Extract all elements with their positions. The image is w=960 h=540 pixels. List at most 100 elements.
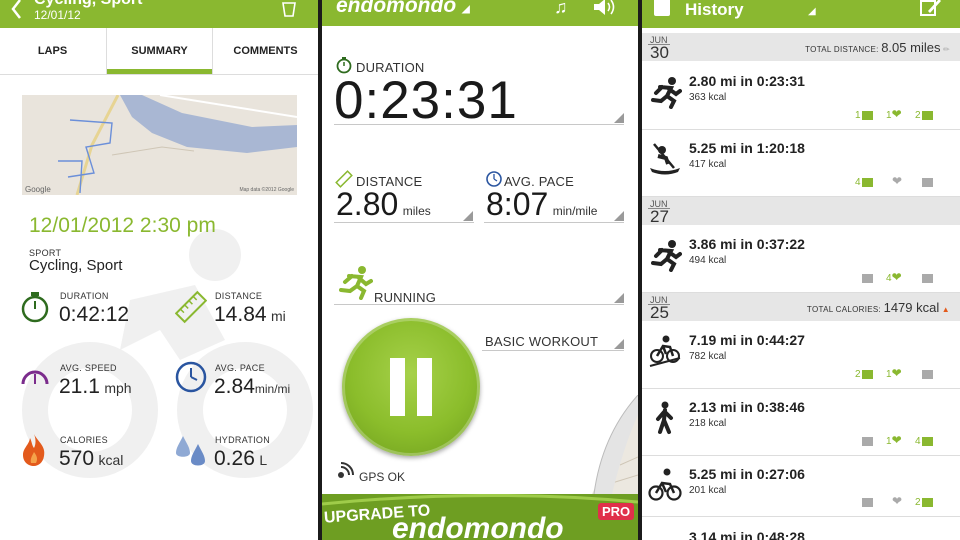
avg-pace-label: AVG. PACE (215, 363, 265, 373)
distance-stat: 14.84 mi (214, 303, 286, 327)
endomondo-logo[interactable]: endomondo ◢ (336, 0, 470, 18)
heart-icon: ❤ (892, 494, 903, 508)
comment-count[interactable] (861, 497, 873, 508)
comment-count-value: 1 (855, 110, 861, 121)
tab-comments[interactable]: COMMENTS (213, 28, 318, 74)
speedometer-icon (20, 364, 50, 388)
comment-count[interactable] (861, 273, 873, 284)
history-header: History ◢ (642, 0, 960, 28)
peptalk-count[interactable]: 4 (915, 436, 933, 447)
edit-icon[interactable] (920, 0, 942, 18)
back-icon[interactable] (8, 0, 26, 22)
music-icon[interactable]: ♫ (554, 0, 568, 18)
distance-field[interactable]: 2.80 miles (336, 186, 431, 223)
row-kcal: 201 kcal (689, 485, 727, 496)
total-calories: TOTAL CALORIES: 1479 kcal ▲ (807, 300, 950, 315)
hydration-value: 0.26 (214, 447, 255, 470)
peptalk-count-value: 2 (915, 497, 921, 508)
peptalk-count[interactable] (921, 177, 933, 188)
history-row[interactable]: 5.25 mi in 1:20:18 417 kcal 4 ❤ (642, 130, 960, 197)
running-icon (648, 75, 682, 109)
row-title: 3.86 mi in 0:37:22 (689, 236, 805, 252)
peptalk-count[interactable]: 2 (915, 497, 933, 508)
row-kcal: 417 kcal (689, 159, 727, 170)
tab-laps[interactable]: LAPS (0, 28, 105, 74)
history-panel: History ◢ JUN 30 TOTAL DISTANCE: 8.05 mi… (642, 0, 960, 540)
sport-dropdown-icon[interactable] (614, 293, 624, 303)
map-page-curl[interactable] (572, 394, 638, 495)
workout-type-label[interactable]: BASIC WORKOUT (485, 334, 598, 349)
heart-icon: ❤ (891, 433, 902, 447)
logo-text: endomondo (336, 0, 457, 17)
distance-corner-icon[interactable] (463, 211, 473, 221)
flame-icon (20, 432, 48, 468)
history-row[interactable]: 2.80 mi in 0:23:31 363 kcal 1 1❤ 2 (642, 63, 960, 130)
avg-speed-unit: mph (104, 380, 132, 396)
kayaking-icon (648, 142, 682, 176)
workout-datetime: 12/01/2012 2:30 pm (29, 214, 216, 237)
tab-summary[interactable]: SUMMARY (107, 28, 212, 74)
water-drops-icon (174, 432, 208, 468)
history-row[interactable]: 3.14 mi in 0:48:28 (642, 517, 960, 540)
like-count[interactable]: 1❤ (886, 433, 902, 447)
hydration-stat: 0.26 L (214, 447, 267, 471)
peptalk-count[interactable]: 2 (915, 110, 933, 121)
like-count[interactable]: 4❤ (886, 270, 902, 284)
duration-corner-icon[interactable] (614, 113, 624, 123)
pace-corner-icon[interactable] (614, 211, 624, 221)
peptalk-count[interactable] (921, 273, 933, 284)
like-count[interactable]: ❤ (892, 494, 902, 508)
upgrade-banner[interactable]: UPGRADE TO endomondo PRO (322, 494, 638, 540)
volume-icon[interactable] (592, 0, 618, 18)
pace-underline (484, 222, 624, 223)
menu-icon[interactable] (654, 0, 670, 16)
sport-underline (334, 304, 624, 305)
row-title: 5.25 mi in 1:20:18 (689, 140, 805, 156)
history-row[interactable]: 5.25 mi in 0:27:06 201 kcal ❤ 2 (642, 456, 960, 517)
comment-count[interactable]: 2 (855, 369, 873, 380)
sport-selector-label: RUNNING (374, 290, 437, 305)
dropdown-triangle-icon[interactable]: ◢ (808, 6, 816, 17)
peptalk-count[interactable] (921, 369, 933, 380)
row-title: 2.13 mi in 0:38:46 (689, 399, 805, 415)
pause-icon-left (390, 358, 405, 416)
history-row[interactable]: 3.86 mi in 0:37:22 494 kcal 4❤ (642, 226, 960, 293)
distance-value: 14.84 (214, 303, 267, 326)
avg-speed-stat: 21.1 mph (59, 375, 132, 399)
avg-pace-unit: min/mile (552, 204, 598, 218)
peptalk-count-value: 4 (915, 436, 921, 447)
like-count[interactable]: 1❤ (886, 107, 902, 121)
heart-icon: ❤ (891, 270, 902, 284)
date-header: JUN 30 TOTAL DISTANCE: 8.05 miles ✏ (642, 33, 960, 62)
map-copyright: Map data ©2012 Google (239, 187, 294, 193)
pause-button[interactable] (342, 318, 480, 456)
like-count[interactable]: ❤ (892, 174, 902, 188)
workout-dropdown-icon[interactable] (614, 339, 624, 349)
distance-unit: miles (402, 204, 431, 218)
map-google-label: Google (25, 185, 51, 194)
comment-count[interactable]: 1 (855, 110, 873, 121)
peptalk-icon (922, 369, 933, 379)
ruler-icon (174, 290, 208, 324)
total-value: 8.05 miles (881, 40, 941, 55)
total-value: 1479 kcal (883, 300, 940, 315)
comment-icon (861, 110, 873, 120)
comment-count[interactable] (861, 436, 873, 447)
route-map[interactable]: Google Map data ©2012 Google (22, 95, 297, 195)
delete-icon[interactable] (280, 0, 298, 18)
flame-icon: ▲ (941, 305, 950, 314)
cycling-icon (648, 468, 682, 502)
like-count[interactable]: 1❤ (886, 366, 902, 380)
distance-value: 2.80 (336, 186, 399, 222)
walking-icon (648, 401, 682, 435)
avg-pace-stat: 2.84min/mi (214, 375, 290, 399)
workout-summary-panel: Cycling, Sport 12/01/12 LAPS SUMMARY COM… (0, 0, 318, 540)
summary-header: Cycling, Sport 12/01/12 (0, 0, 318, 28)
distance-label: DISTANCE (215, 291, 263, 301)
avg-pace-field[interactable]: 8:07 min/mile (486, 186, 597, 223)
clock-icon (174, 360, 208, 394)
comment-count[interactable]: 4 (855, 177, 873, 188)
history-row[interactable]: 2.13 mi in 0:38:46 218 kcal 1❤ 4 (642, 389, 960, 456)
history-row[interactable]: 7.19 mi in 0:44:27 782 kcal 2 1❤ (642, 322, 960, 389)
row-title: 7.19 mi in 0:44:27 (689, 332, 805, 348)
